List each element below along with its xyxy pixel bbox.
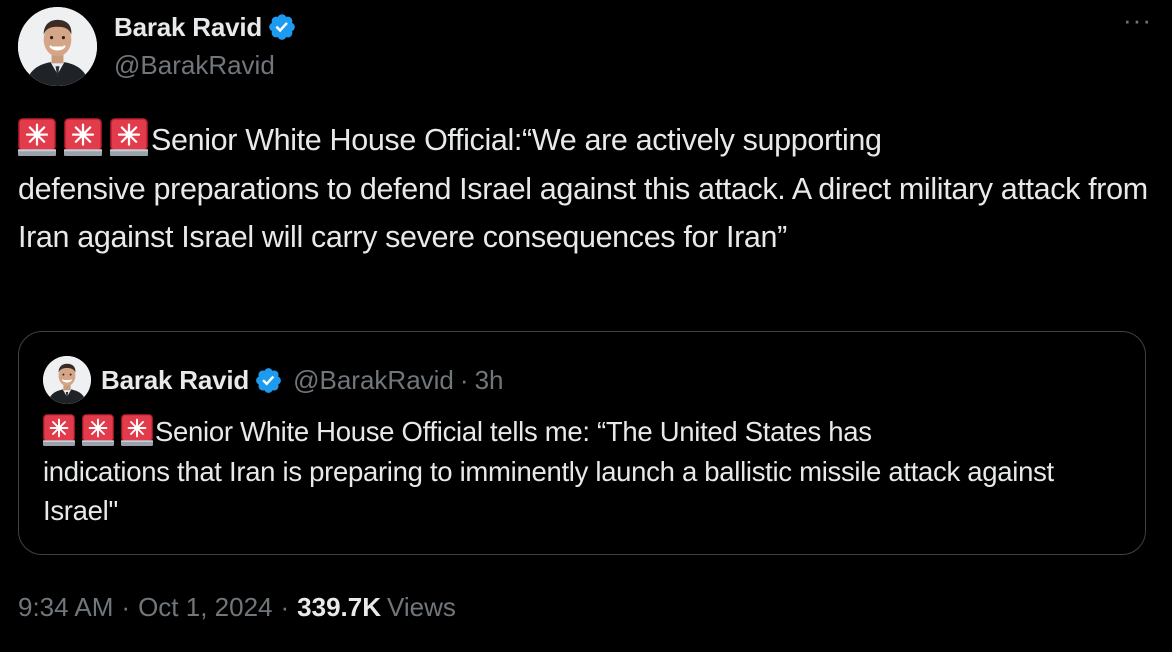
views-count: 339.7K: [297, 592, 382, 622]
author-avatar[interactable]: [18, 7, 97, 86]
tweet-date[interactable]: Oct 1, 2024: [138, 592, 272, 623]
quote-text-rest: indications that Iran is preparing to im…: [43, 455, 1054, 527]
quote-author-handle[interactable]: @BarakRavid: [293, 365, 454, 396]
police-car-light-icon: [110, 118, 148, 156]
tweet-text-rest: defensive preparations to defend Israel …: [18, 171, 1156, 255]
quote-text-line1: Senior White House Official tells me: “T…: [155, 416, 872, 447]
police-car-light-icon: [64, 118, 102, 156]
quote-author-name[interactable]: Barak Ravid: [101, 365, 249, 396]
meta-separator: ·: [121, 592, 131, 622]
quote-text: Senior White House Official tells me: “T…: [43, 412, 1133, 531]
quote-author-avatar[interactable]: [43, 356, 91, 404]
police-car-light-icon: [121, 414, 153, 446]
quote-separator: ·: [459, 364, 469, 395]
tweet-text: Senior White House Official:“We are acti…: [18, 116, 1158, 262]
verified-badge-icon[interactable]: [267, 12, 297, 42]
police-car-light-icon: [18, 118, 56, 156]
police-car-light-icon: [43, 414, 75, 446]
views-label: Views: [387, 592, 456, 622]
tweet-text-line1: Senior White House Official:“We are acti…: [151, 123, 882, 157]
police-car-light-icon: [82, 414, 114, 446]
tweet-time[interactable]: 9:34 AM: [18, 592, 113, 623]
author-name-row: Barak Ravid: [114, 10, 297, 44]
quoted-tweet-card[interactable]: Barak Ravid @BarakRavid · 3h Senior Whit…: [18, 331, 1146, 555]
author-name[interactable]: Barak Ravid: [114, 12, 262, 43]
author-handle[interactable]: @BarakRavid: [114, 50, 275, 81]
meta-separator: ·: [280, 592, 290, 622]
more-options-icon[interactable]: ···: [1123, 7, 1152, 33]
tweet-meta: 9:34 AM · Oct 1, 2024 · 339.7K Views: [18, 592, 456, 623]
verified-badge-icon: [254, 366, 283, 395]
tweet: Barak Ravid @BarakRavid ··· Senior White…: [0, 0, 1172, 652]
quote-timestamp[interactable]: 3h: [475, 365, 504, 396]
quote-header: Barak Ravid @BarakRavid · 3h: [101, 362, 504, 398]
